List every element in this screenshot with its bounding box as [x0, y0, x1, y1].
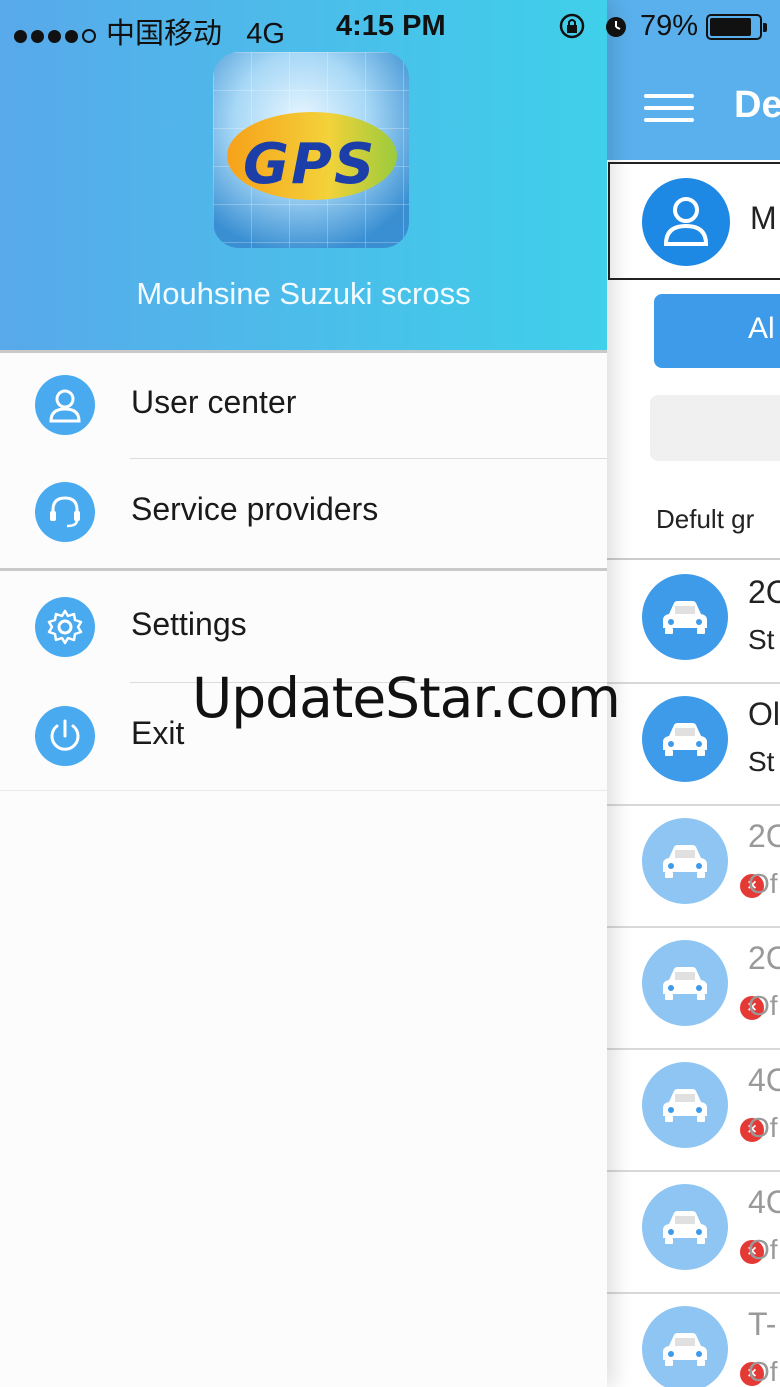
device-list-page: De M Al Defult gr 2C St Ol St × 2C Of × 2C Of × 4C O… [606, 0, 780, 1387]
carrier-label: 中国移动 4G [106, 18, 285, 50]
all-filter-button[interactable]: Al [654, 294, 780, 368]
group-label: Defult gr [656, 504, 755, 534]
device-name: 2C [748, 940, 780, 976]
list-item[interactable]: × T- Of [606, 1294, 780, 1387]
gear-icon [35, 597, 95, 657]
status-bar: 中国移动 4G 4:15 PM 79% [0, 0, 780, 54]
user-icon [35, 375, 95, 435]
device-status: Of [748, 868, 778, 899]
car-icon: × [642, 1184, 766, 1270]
battery-icon [706, 14, 767, 40]
user-summary-card[interactable]: M [608, 162, 780, 280]
menu-item-user-center[interactable]: User center [0, 352, 607, 458]
menu-item-service-providers[interactable]: Service providers [0, 459, 607, 565]
car-icon: × [642, 940, 766, 1026]
device-status: Of [748, 1356, 778, 1387]
device-status: Of [748, 990, 778, 1021]
network-label: 4G [246, 18, 285, 50]
device-name: 4C [748, 1062, 780, 1098]
menu-label: User center [131, 384, 297, 420]
device-list: 2C St Ol St × 2C Of × 2C Of × 4C Of × 4C Of × T- Of [606, 562, 780, 1387]
user-summary-name: M [750, 200, 777, 236]
list-item[interactable]: × 4C Of [606, 1172, 780, 1294]
car-icon: × [642, 1306, 766, 1387]
all-filter-label: Al [748, 312, 775, 345]
list-item[interactable]: Ol St [606, 684, 780, 806]
menu-item-settings[interactable]: Settings [0, 574, 607, 680]
device-status: Of [748, 1234, 778, 1265]
list-item[interactable]: × 4C Of [606, 1050, 780, 1172]
device-name: T- [748, 1306, 777, 1342]
user-icon [663, 197, 709, 246]
watermark: UpdateStar.com [192, 666, 621, 730]
hamburger-menu-icon[interactable] [644, 94, 694, 122]
device-name: 2C [748, 574, 780, 610]
list-item[interactable]: 2C St [606, 562, 780, 684]
divider [606, 558, 780, 560]
power-icon [35, 706, 95, 766]
menu-label: Exit [131, 715, 185, 751]
search-input[interactable] [650, 395, 780, 461]
device-name: 4C [748, 1184, 780, 1220]
car-icon: × [642, 1062, 766, 1148]
device-name: Ol [748, 696, 780, 732]
list-item[interactable]: × 2C Of [606, 806, 780, 928]
menu-label: Service providers [131, 491, 379, 527]
device-status: St [748, 624, 775, 655]
device-list-title: De [734, 84, 780, 126]
app-logo: GPS [213, 52, 409, 248]
account-name: Mouhsine Suzuki scross [136, 276, 471, 311]
list-item[interactable]: × 2C Of [606, 928, 780, 1050]
device-status: Of [748, 1112, 778, 1143]
device-status: St [748, 746, 775, 777]
divider [0, 790, 607, 791]
car-icon [642, 574, 728, 660]
avatar [642, 178, 730, 266]
headset-icon [35, 482, 95, 542]
logo-text: GPS [243, 132, 377, 197]
alarm-icon [603, 12, 629, 48]
clock: 4:15 PM [336, 10, 446, 42]
rotation-lock-icon [558, 12, 586, 48]
menu-label: Settings [131, 606, 247, 642]
signal-strength-icon [14, 18, 100, 51]
car-icon [642, 696, 728, 782]
divider [0, 568, 607, 571]
car-icon: × [642, 818, 766, 904]
battery-percent: 79% [640, 10, 699, 42]
device-name: 2C [748, 818, 780, 854]
